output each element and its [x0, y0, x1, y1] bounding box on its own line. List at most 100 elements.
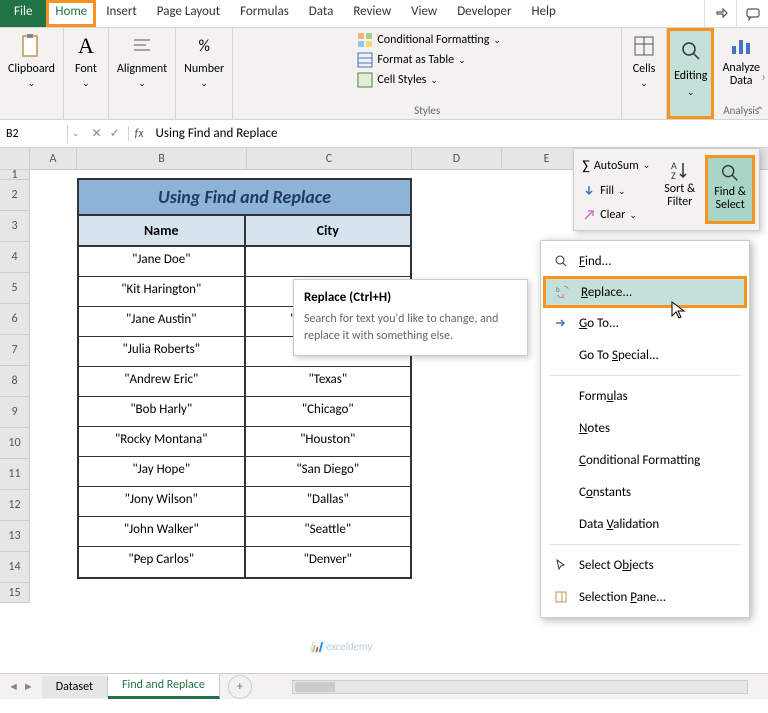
- row-header[interactable]: 3: [0, 211, 30, 242]
- tab-developer[interactable]: Developer: [447, 0, 521, 27]
- table-row[interactable]: "Jay Hope""San Diego": [79, 457, 410, 487]
- table-row[interactable]: "Bob Harly""Chicago": [79, 397, 410, 427]
- tab-home[interactable]: Home: [46, 0, 96, 27]
- sort-filter-button[interactable]: AZ Sort & Filter: [658, 155, 701, 224]
- tab-formulas[interactable]: Formulas: [230, 0, 299, 27]
- row-header[interactable]: 10: [0, 428, 30, 459]
- cell-name[interactable]: "Julia Roberts": [79, 337, 246, 366]
- select-all-corner[interactable]: [0, 148, 30, 169]
- col-header-b[interactable]: B: [77, 148, 247, 169]
- row-header[interactable]: 12: [0, 490, 30, 521]
- cell-name[interactable]: "Pep Carlos": [79, 547, 246, 577]
- name-box[interactable]: B2: [0, 125, 68, 143]
- row-header[interactable]: 11: [0, 459, 30, 490]
- menu-replace[interactable]: bcReplace...: [543, 276, 747, 308]
- fx-icon[interactable]: fx: [129, 127, 150, 141]
- cell-name[interactable]: "Rocky Montana": [79, 427, 246, 456]
- conditional-formatting-button[interactable]: Conditional Formatting ⌄: [357, 32, 500, 48]
- autosum-button[interactable]: ∑AutoSum ⌄: [578, 155, 654, 176]
- tab-insert[interactable]: Insert: [96, 0, 147, 27]
- table-row[interactable]: "Andrew Eric""Texas": [79, 367, 410, 397]
- table-row[interactable]: "Pep Carlos""Denver": [79, 547, 410, 577]
- enter-icon[interactable]: ✓: [110, 126, 120, 141]
- find-select-button[interactable]: Find & Select: [705, 155, 755, 224]
- row-header[interactable]: 8: [0, 366, 30, 397]
- sheet-tab-find-replace[interactable]: Find and Replace: [108, 674, 220, 699]
- alignment-icon[interactable]: [128, 32, 156, 60]
- fill-button[interactable]: Fill ⌄: [578, 182, 654, 200]
- menu-notes[interactable]: Notes: [541, 412, 749, 444]
- cell-city[interactable]: "San Diego": [246, 457, 411, 486]
- table-row[interactable]: "John Walker""Seattle": [79, 517, 410, 547]
- cell-name[interactable]: "Bob Harly": [79, 397, 246, 426]
- tab-view[interactable]: View: [401, 0, 447, 27]
- horizontal-scrollbar[interactable]: [292, 680, 748, 694]
- cell-city[interactable]: "Chicago": [246, 397, 411, 426]
- cell-name[interactable]: "Jane Doe": [79, 247, 246, 276]
- ribbon-overflow-icon[interactable]: ›: [761, 68, 766, 85]
- cell-name[interactable]: "Kit Harington": [79, 277, 246, 306]
- row-header[interactable]: 14: [0, 552, 30, 583]
- tab-file[interactable]: File: [0, 0, 46, 27]
- table-row[interactable]: "Jony Wilson""Dallas": [79, 487, 410, 517]
- cell-city[interactable]: [246, 247, 411, 276]
- menu-data-validation[interactable]: Data Validation: [541, 508, 749, 540]
- row-header[interactable]: 6: [0, 304, 30, 335]
- row-header[interactable]: 9: [0, 397, 30, 428]
- row-header[interactable]: 4: [0, 242, 30, 273]
- name-box-dropdown-icon[interactable]: ⌄: [68, 128, 84, 139]
- add-sheet-button[interactable]: +: [228, 675, 252, 699]
- cell-name[interactable]: "Jane Austin": [79, 307, 246, 336]
- sheet-next-icon[interactable]: ►: [23, 680, 34, 693]
- cells-icon[interactable]: [630, 32, 658, 60]
- row-header[interactable]: 7: [0, 335, 30, 366]
- collapse-ribbon-icon[interactable]: ⌃: [756, 104, 764, 117]
- editing-button[interactable]: Editing⌄: [667, 28, 714, 119]
- comments-icon[interactable]: [736, 0, 768, 27]
- menu-goto-special[interactable]: Go To Special...: [541, 339, 749, 371]
- row-header[interactable]: 5: [0, 273, 30, 304]
- cell-city[interactable]: "Dallas": [246, 487, 411, 516]
- cell-name[interactable]: "Jay Hope": [79, 457, 246, 486]
- cell-name[interactable]: "Jony Wilson": [79, 487, 246, 516]
- table-row[interactable]: "Rocky Montana""Houston": [79, 427, 410, 457]
- menu-goto[interactable]: Go To...: [541, 307, 749, 339]
- menu-constants[interactable]: Constants: [541, 476, 749, 508]
- cell-styles-button[interactable]: Cell Styles ⌄: [357, 72, 438, 88]
- paste-icon[interactable]: [17, 32, 45, 60]
- menu-formulas[interactable]: Formulas: [541, 380, 749, 412]
- col-header-a[interactable]: A: [30, 148, 77, 169]
- font-icon[interactable]: A: [72, 32, 100, 60]
- sheet-prev-icon[interactable]: ◄: [8, 680, 19, 693]
- cell-city[interactable]: "Seattle": [246, 517, 411, 546]
- cell-name[interactable]: "Andrew Eric": [79, 367, 246, 396]
- editing-label: Editing: [674, 69, 707, 83]
- row-header[interactable]: 2: [0, 180, 30, 211]
- cancel-icon[interactable]: ✕: [92, 126, 102, 141]
- format-as-table-button[interactable]: Format as Table ⌄: [357, 52, 465, 68]
- sheet-tab-dataset[interactable]: Dataset: [42, 676, 108, 698]
- number-icon[interactable]: %: [190, 32, 218, 60]
- col-header-c[interactable]: C: [247, 148, 412, 169]
- cell-name[interactable]: "John Walker": [79, 517, 246, 546]
- clear-button[interactable]: Clear ⌄: [578, 206, 654, 224]
- table-row[interactable]: "Jane Doe": [79, 247, 410, 277]
- cell-city[interactable]: "Denver": [246, 547, 411, 577]
- menu-selection-pane[interactable]: Selection Pane...: [541, 581, 749, 613]
- menu-find[interactable]: Find...: [541, 245, 749, 277]
- tab-data[interactable]: Data: [299, 0, 344, 27]
- col-header-d[interactable]: D: [412, 148, 502, 169]
- row-header[interactable]: 15: [0, 583, 30, 603]
- tab-page-layout[interactable]: Page Layout: [147, 0, 230, 27]
- analyze-icon[interactable]: [727, 32, 755, 60]
- cell-city[interactable]: "Texas": [246, 367, 411, 396]
- tab-help[interactable]: Help: [521, 0, 565, 27]
- tab-review[interactable]: Review: [343, 0, 401, 27]
- menu-conditional-formatting[interactable]: Conditional Formatting: [541, 444, 749, 476]
- formula-input[interactable]: Using Find and Replace: [150, 126, 768, 141]
- row-header[interactable]: 13: [0, 521, 30, 552]
- cell-city[interactable]: "Houston": [246, 427, 411, 456]
- menu-select-objects[interactable]: Select Objects: [541, 549, 749, 581]
- share-icon[interactable]: [704, 0, 736, 27]
- row-header[interactable]: 1: [0, 170, 30, 180]
